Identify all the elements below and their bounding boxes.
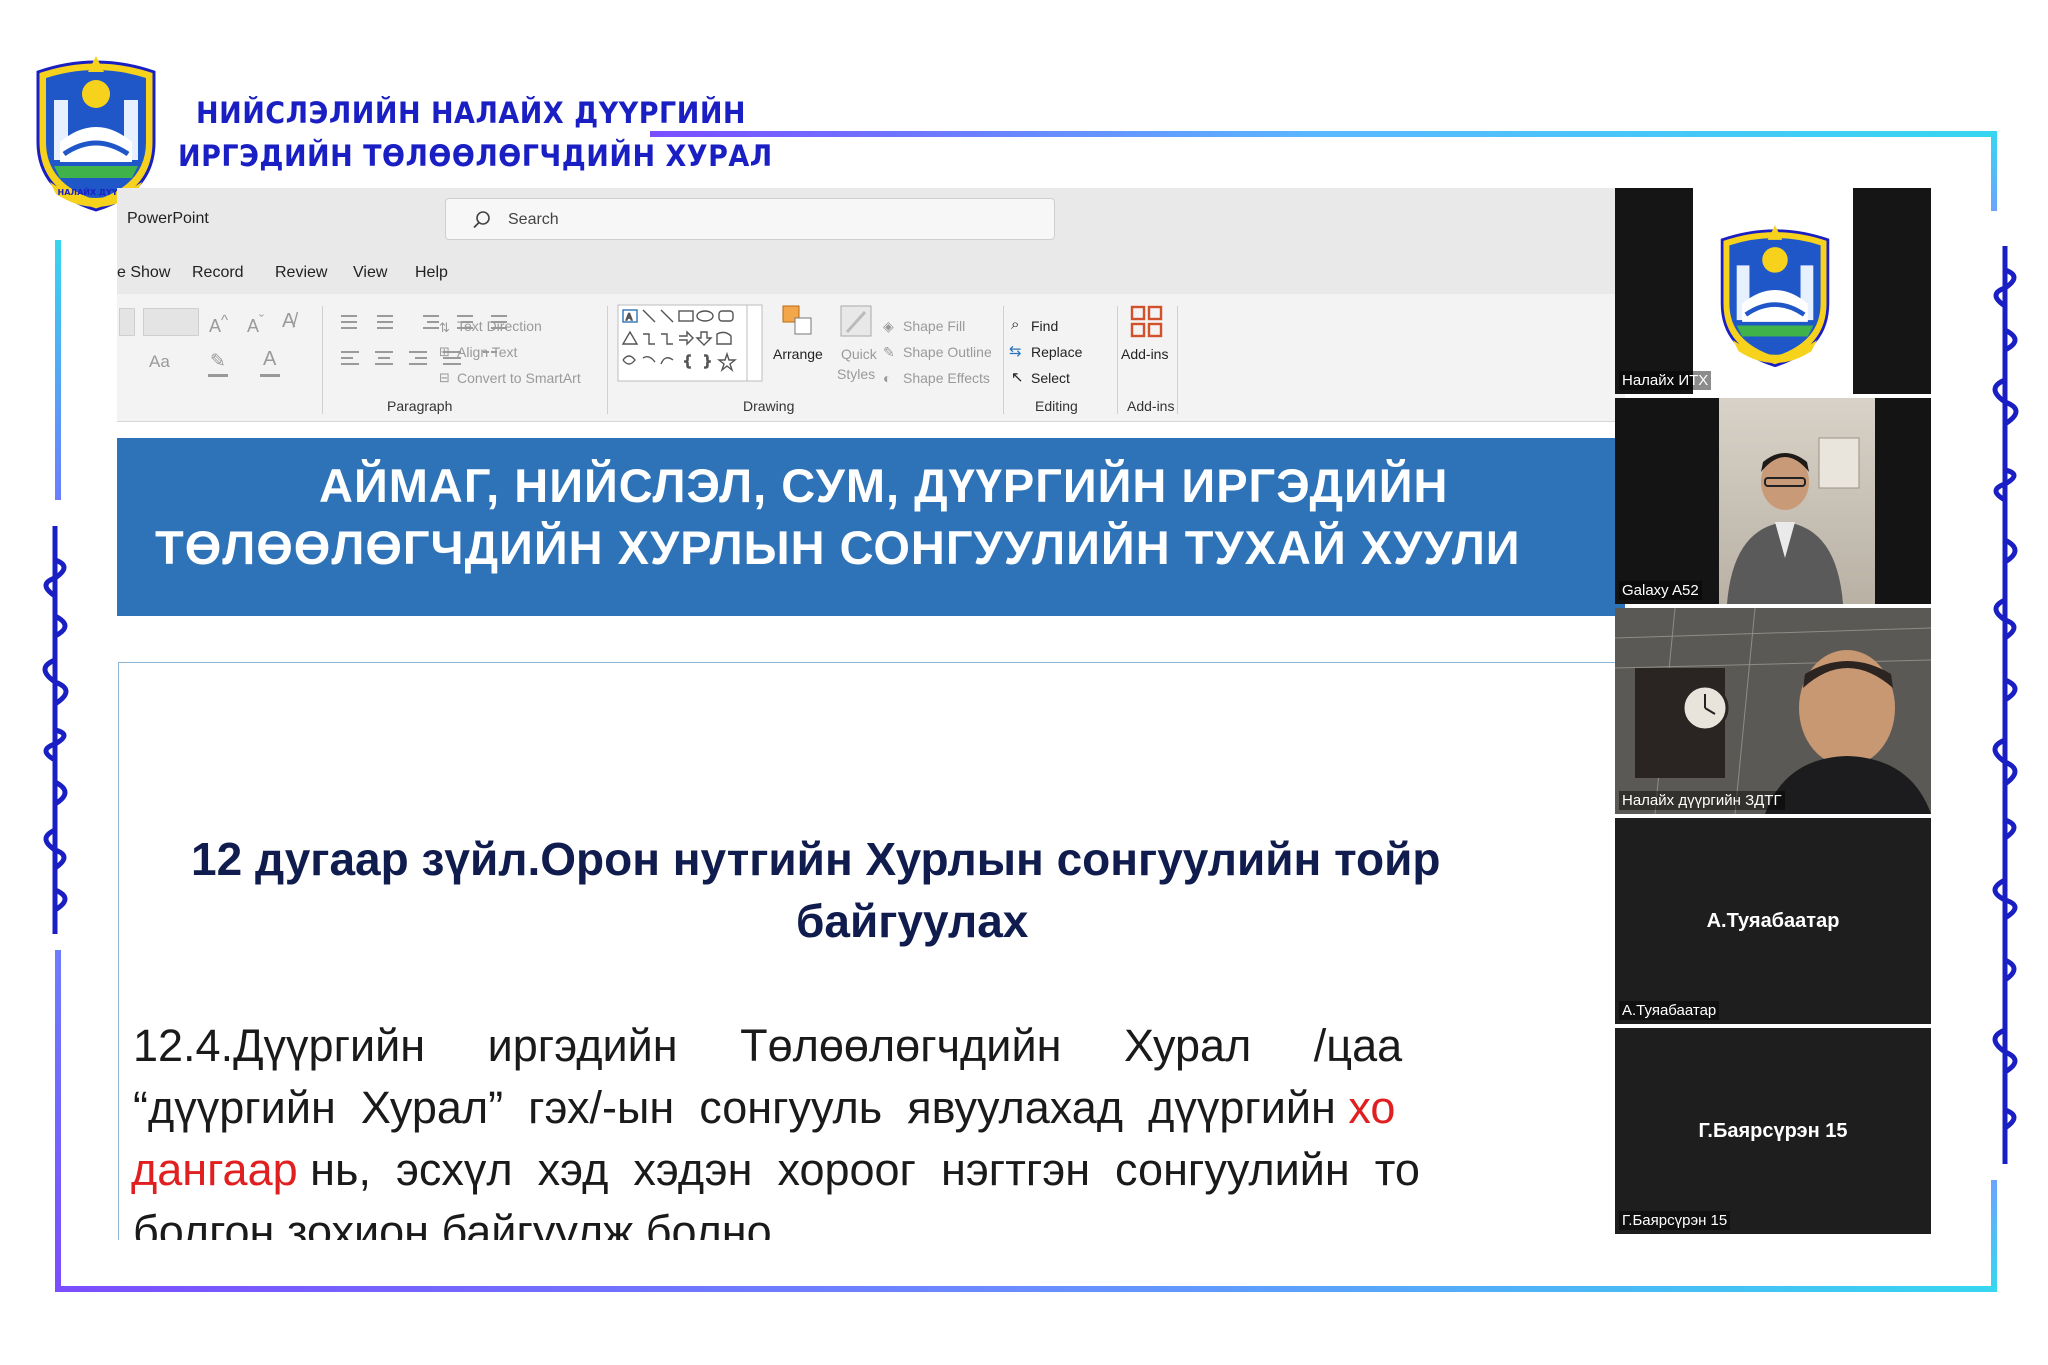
change-case-button[interactable]: Aa (149, 352, 170, 372)
font-size-dropdown[interactable] (143, 308, 199, 336)
arrange-icon[interactable] (779, 302, 819, 342)
org-title-line2: ИРГЭДИЙН ТӨЛӨӨЛӨГЧДИЙН ХУРАЛ (178, 140, 773, 174)
shape-fill-button[interactable]: Shape Fill (903, 318, 965, 334)
slide-title-line1: АЙМАГ, НИЙСЛЭЛ, СУМ, ДҮҮРГИЙН ИРГЭДИЙН (319, 459, 1449, 512)
video-tile-nalaikh-itx[interactable]: Налайх ИТХ (1615, 188, 1931, 394)
search-box[interactable]: Search (445, 198, 1055, 240)
frame-line-top (650, 131, 1995, 137)
grow-font-icon[interactable]: A^ (209, 312, 228, 337)
search-icon (473, 211, 490, 229)
video-tile-bayarsuren[interactable]: Г.Баярсүрэн 15 Г.Баярсүрэн 15 (1615, 1028, 1931, 1234)
participant-center-name: А.Туяабаатар (1706, 910, 1840, 932)
group-label-editing: Editing (1035, 398, 1078, 414)
participant-center-name: Г.Баярсүрэн 15 (1698, 1120, 1848, 1142)
convert-smartart-button[interactable]: Convert to SmartArt (457, 370, 581, 386)
font-name-dropdown[interactable] (119, 308, 135, 336)
ribbon-separator (1117, 306, 1118, 414)
title-bar: PowerPoint Search (117, 188, 1625, 252)
menu-help[interactable]: Help (415, 264, 448, 282)
find-icon[interactable]: ⌕ (1011, 316, 1019, 333)
search-placeholder: Search (508, 211, 559, 228)
vertical-script-left (42, 526, 69, 934)
highlight-color-bar (208, 374, 228, 377)
slide-title-banner: АЙМАГ, НИЙСЛЭЛ, СУМ, ДҮҮРГИЙН ИРГЭДИЙН Т… (117, 438, 1625, 616)
paragraph-line4: болгон зохион байгуулж болно (133, 1206, 772, 1240)
article-heading-line1: 12 дугаар зүйл.Орон нутгийн Хурлын сонгу… (191, 833, 1441, 885)
org-title: НИЙСЛЭЛИЙН НАЛАЙХ ДҮҮРГИЙН ИРГЭДИЙН ТӨЛӨ… (178, 93, 773, 179)
select-button[interactable]: Select (1031, 370, 1070, 386)
group-label-paragraph: Paragraph (387, 398, 453, 414)
addins-icon[interactable] (1129, 304, 1165, 340)
participant-label: А.Туяабаатар (1619, 1001, 1720, 1020)
arrange-button[interactable]: Arrange (773, 346, 823, 362)
shape-effects-icon[interactable]: ◐ (883, 370, 891, 386)
align-text-icon[interactable]: ⊞ (439, 344, 450, 360)
frame-line-left (55, 240, 61, 500)
participant-label: Налайх дүүргийн ЗДТГ (1619, 791, 1785, 810)
paragraph-line1: 12.4.Дүүргийн иргэдийн Төлөөлөгчдийн Хур… (133, 1020, 1403, 1071)
smartart-icon[interactable]: ⊟ (439, 370, 450, 386)
addins-button[interactable]: Add-ins (1121, 346, 1168, 362)
stream-frame: НАЛАЙХ ДҮҮРЭГ НИЙСЛЭЛИЙН НАЛАЙХ ДҮҮРГИЙН… (0, 0, 2048, 1365)
replace-icon[interactable]: ⇆ (1009, 342, 1022, 360)
org-title-line1: НИЙСЛЭЛИЙН НАЛАЙХ ДҮҮРГИЙН (196, 97, 747, 131)
shared-screen: PowerPoint Search e Show Record Review V… (117, 188, 1625, 1240)
ribbon: A^ Aˇ A̸ Aa ✎ A ⇅ Text Direction ⊞ Align… (117, 294, 1625, 422)
frame-line-bottom (55, 1286, 1997, 1292)
quick-styles-label-2[interactable]: Styles (837, 366, 875, 382)
frame-line-right (1991, 131, 1997, 211)
quick-styles-icon[interactable] (837, 302, 877, 342)
group-label-drawing: Drawing (743, 398, 795, 414)
shape-outline-icon[interactable]: ✎ (883, 344, 895, 361)
participant-label: Г.Баярсүрэн 15 (1619, 1211, 1731, 1230)
highlight-icon[interactable]: ✎ (210, 350, 226, 373)
ribbon-separator (607, 306, 608, 414)
group-label-addins: Add-ins (1127, 398, 1175, 414)
find-button[interactable]: Find (1031, 318, 1058, 334)
font-color-bar (260, 374, 280, 377)
clear-format-icon[interactable]: A̸ (282, 310, 295, 333)
article-heading-line2: байгуулах (796, 895, 1029, 947)
slide-title-line2: ТӨЛӨӨЛӨГЧДИЙН ХУРЛЫН СОНГУУЛИЙН ТУХАЙ ХУ… (155, 521, 1521, 574)
app-name: PowerPoint (127, 210, 209, 227)
person-silhouette-1 (1727, 437, 1860, 604)
ribbon-separator (1003, 306, 1004, 414)
frame-line-right-lower (1991, 1180, 1997, 1290)
menu-review[interactable]: Review (275, 264, 327, 282)
frame-line-left-lower (55, 950, 61, 1290)
shrink-font-icon[interactable]: Aˇ (247, 312, 264, 337)
shape-effects-button[interactable]: Shape Effects (903, 370, 990, 386)
video-tile-nalaikh-zdtg[interactable]: Налайх дүүргийн ЗДТГ (1615, 608, 1931, 814)
participant-label: Galaxy A52 (1619, 581, 1702, 600)
shape-outline-button[interactable]: Shape Outline (903, 344, 992, 360)
ribbon-separator (1177, 306, 1178, 414)
svg-text:}: } (703, 354, 712, 370)
svg-text:{: { (683, 354, 692, 370)
svg-text:A: A (626, 313, 633, 323)
district-emblem-logo: НАЛАЙХ ДҮҮРЭГ (36, 56, 156, 212)
text-direction-icon[interactable]: ⇅ (439, 320, 450, 336)
participant-logo-emblem (1720, 225, 1830, 368)
align-text-button[interactable]: Align Text (457, 344, 517, 360)
menu-view[interactable]: View (353, 264, 387, 282)
menu-bar: e Show Record Review View Help (117, 252, 1625, 294)
quick-styles-label-1[interactable]: Quick (841, 346, 877, 362)
ribbon-separator (322, 306, 323, 414)
shapes-gallery[interactable]: A {} (617, 304, 763, 382)
text-direction-button[interactable]: Text Direction (457, 318, 542, 334)
paragraph-line3: дангаар нь, эсхүл хэд хэдэн хороог нэгтг… (131, 1144, 1420, 1195)
font-color-icon[interactable]: A (263, 348, 276, 371)
menu-slide-show[interactable]: e Show (117, 264, 170, 282)
select-icon[interactable]: ↖ (1011, 368, 1024, 386)
replace-button[interactable]: Replace (1031, 344, 1082, 360)
video-tile-tuyaabaatar[interactable]: А.Туяабаатар А.Туяабаатар (1615, 818, 1931, 1024)
paragraph-line2: “дүүргийн Хурал” гэх/-ын сонгууль явуула… (133, 1082, 1396, 1133)
video-tile-galaxy-a52[interactable]: Galaxy A52 (1615, 398, 1931, 604)
vertical-script-right (1992, 246, 2019, 1164)
shape-fill-icon[interactable]: ◈ (883, 318, 894, 335)
menu-record[interactable]: Record (192, 264, 244, 282)
participant-label: Налайх ИТХ (1619, 371, 1712, 390)
video-feed-office-2 (1615, 608, 1931, 814)
